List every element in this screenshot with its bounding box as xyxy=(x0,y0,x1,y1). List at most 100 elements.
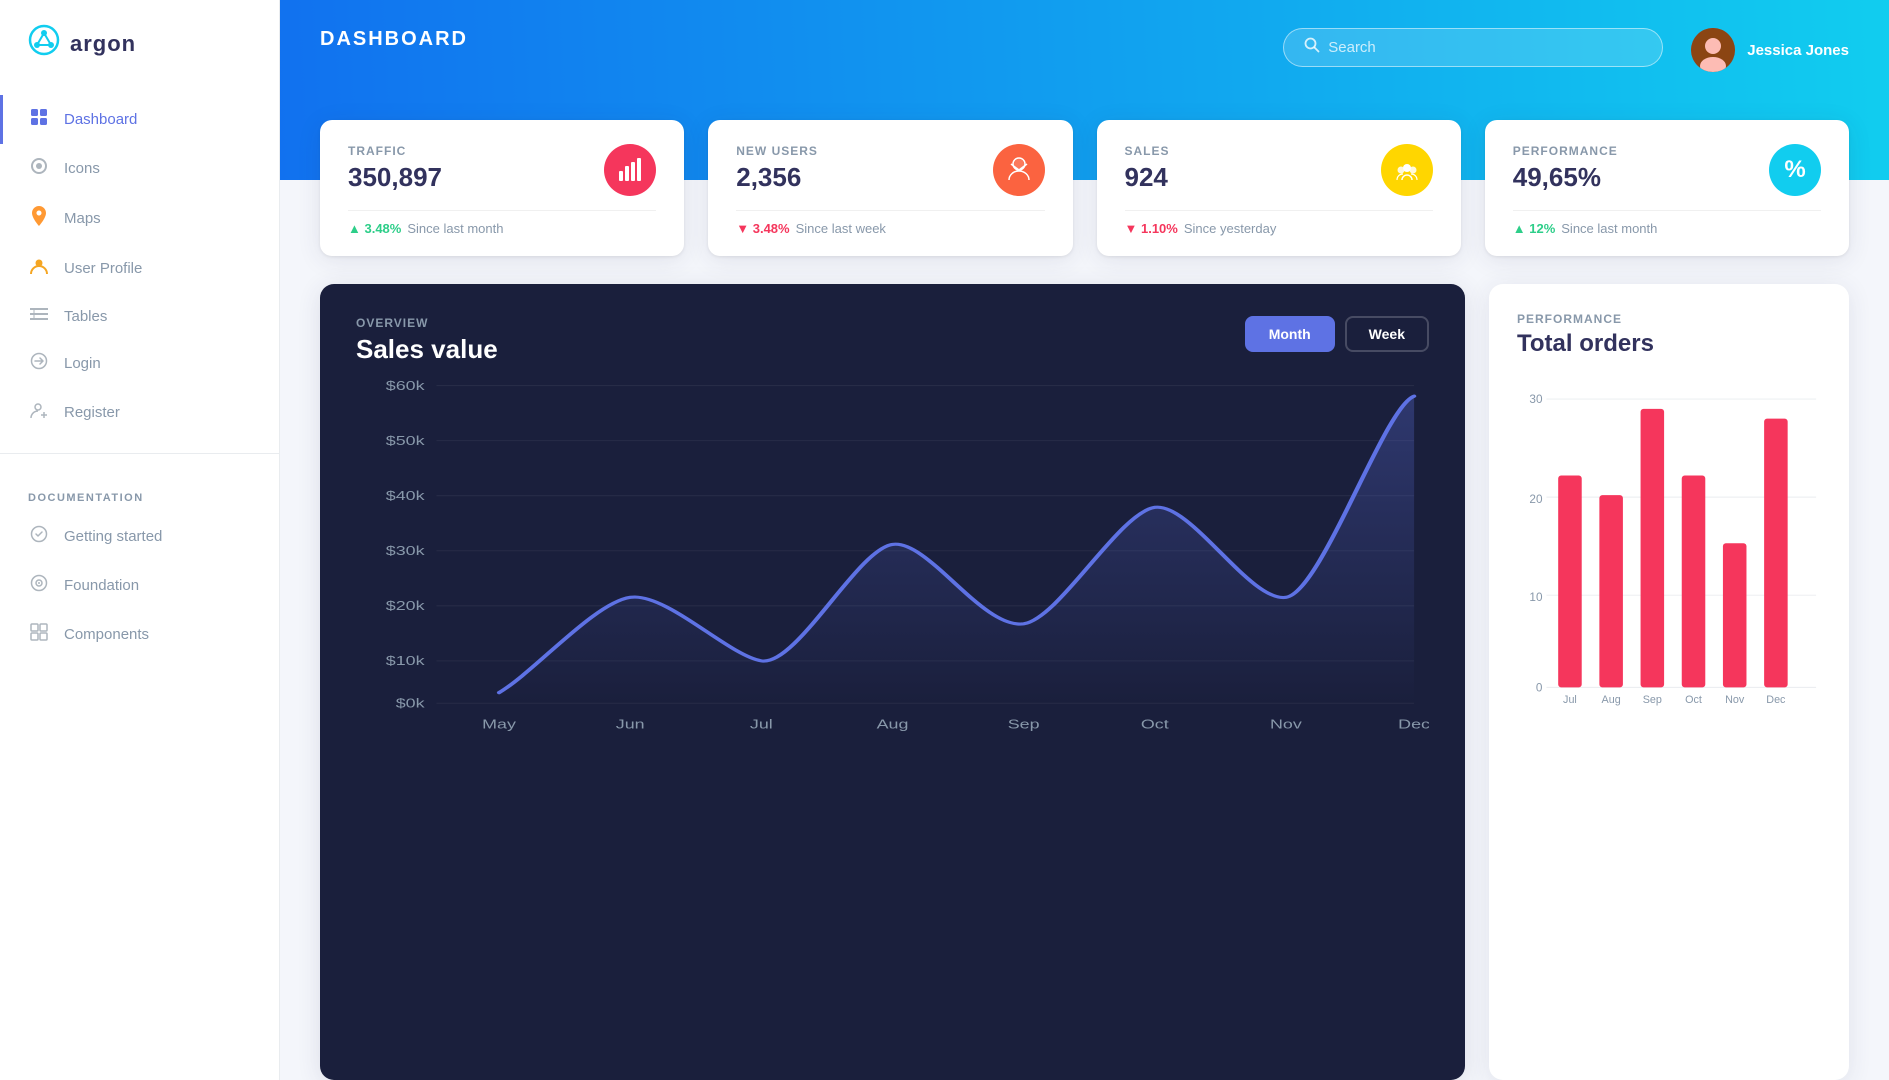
bar-dec xyxy=(1764,419,1788,688)
sidebar-item-dashboard[interactable]: Dashboard xyxy=(0,95,279,144)
line-chart-fill xyxy=(499,396,1414,703)
doc-section-label: DOCUMENTATION xyxy=(0,470,279,512)
stat-change-sales: ▼ 1.10% xyxy=(1125,221,1178,236)
stat-card-sales: SALES 924 ▼ 1.10% xyxy=(1097,120,1461,256)
avatar xyxy=(1691,28,1735,72)
svg-text:Jul: Jul xyxy=(1563,694,1577,706)
stat-icon-traffic xyxy=(604,144,656,196)
sidebar-item-label: Components xyxy=(64,626,149,643)
sidebar-item-label: User Profile xyxy=(64,260,142,277)
user-menu[interactable]: Jessica Jones xyxy=(1691,28,1849,72)
sales-chart-title: Sales value xyxy=(356,334,498,365)
stat-value-performance: 49,65% xyxy=(1513,162,1618,193)
svg-text:Dec: Dec xyxy=(1766,694,1786,706)
sidebar-item-label: Login xyxy=(64,355,101,372)
sidebar-item-foundation[interactable]: Foundation xyxy=(0,561,279,610)
bar-aug xyxy=(1599,495,1623,687)
foundation-icon xyxy=(28,574,50,597)
logo-icon xyxy=(28,24,60,63)
stat-label-performance: PERFORMANCE xyxy=(1513,144,1618,158)
page-title: DASHBOARD xyxy=(320,28,1283,51)
percent-icon: % xyxy=(1784,156,1805,184)
sidebar-item-label: Icons xyxy=(64,160,100,177)
bar-oct xyxy=(1682,476,1706,688)
svg-text:Dec: Dec xyxy=(1398,718,1429,732)
svg-text:Aug: Aug xyxy=(877,718,909,732)
svg-text:May: May xyxy=(482,718,516,732)
perf-title: Total orders xyxy=(1517,330,1821,358)
sidebar-item-tables[interactable]: Tables xyxy=(0,293,279,339)
sidebar-item-label: Register xyxy=(64,404,120,421)
svg-text:Nov: Nov xyxy=(1270,718,1302,732)
stat-label-sales: SALES xyxy=(1125,144,1170,158)
sidebar-item-maps[interactable]: Maps xyxy=(0,193,279,244)
login-icon xyxy=(28,352,50,375)
svg-text:$40k: $40k xyxy=(386,489,425,503)
maps-icon xyxy=(28,206,50,231)
charts-area: OVERVIEW Sales value Month Week xyxy=(280,256,1889,1080)
sidebar-item-label: Tables xyxy=(64,308,107,325)
sidebar-item-getting-started[interactable]: Getting started xyxy=(0,512,279,561)
svg-text:Jun: Jun xyxy=(616,718,645,732)
svg-text:20: 20 xyxy=(1529,493,1543,506)
sidebar-item-label: Getting started xyxy=(64,528,162,545)
icons-icon xyxy=(28,157,50,180)
stat-icon-performance: % xyxy=(1769,144,1821,196)
stat-card-new-users: NEW USERS 2,356 ▼ 3.48% Since last week xyxy=(708,120,1072,256)
svg-text:Oct: Oct xyxy=(1685,694,1702,706)
sidebar-item-label: Maps xyxy=(64,210,101,227)
bar-chart-svg: 30 20 10 0 Jul Aug xyxy=(1517,374,1821,734)
sales-chart-card: OVERVIEW Sales value Month Week xyxy=(320,284,1465,1080)
line-chart-svg: $60k $50k $40k $30k $20k $10k $0k May Ju… xyxy=(356,375,1429,735)
sidebar-item-label: Dashboard xyxy=(64,111,137,128)
svg-text:Jul: Jul xyxy=(750,718,773,732)
search-icon xyxy=(1304,37,1320,58)
svg-text:10: 10 xyxy=(1529,591,1543,604)
overview-label: OVERVIEW xyxy=(356,316,498,330)
sidebar-logo: argon xyxy=(0,24,279,95)
svg-text:$0k: $0k xyxy=(396,697,425,711)
svg-text:$30k: $30k xyxy=(386,544,425,558)
chart-buttons: Month Week xyxy=(1245,316,1429,352)
main-content: DASHBOARD Jessica Jones xyxy=(280,0,1889,1080)
svg-text:Nov: Nov xyxy=(1725,694,1745,706)
sidebar-nav: Dashboard Icons Maps xyxy=(0,95,279,659)
svg-text:Aug: Aug xyxy=(1602,694,1621,706)
sidebar-item-user-profile[interactable]: User Profile xyxy=(0,244,279,293)
components-icon xyxy=(28,623,50,646)
sidebar-item-register[interactable]: Register xyxy=(0,388,279,437)
bar-jul xyxy=(1558,476,1582,688)
perf-chart-area: 30 20 10 0 Jul Aug xyxy=(1517,374,1821,1080)
sidebar-item-components[interactable]: Components xyxy=(0,610,279,659)
stats-cards: TRAFFIC 350,897 ▲ 3.48% Since last mont xyxy=(280,120,1889,256)
stat-value-new-users: 2,356 xyxy=(736,162,818,193)
perf-label: PERFORMANCE xyxy=(1517,312,1821,326)
svg-text:30: 30 xyxy=(1529,393,1543,406)
stat-icon-sales xyxy=(1381,144,1433,196)
svg-text:Sep: Sep xyxy=(1643,694,1662,706)
search-input[interactable] xyxy=(1328,39,1642,56)
sidebar: argon Dashboard Icons xyxy=(0,0,280,1080)
month-button[interactable]: Month xyxy=(1245,316,1335,352)
stat-change-label-performance: Since last month xyxy=(1561,221,1657,236)
stat-label-traffic: TRAFFIC xyxy=(348,144,442,158)
stat-label-new-users: NEW USERS xyxy=(736,144,818,158)
tables-icon xyxy=(28,306,50,326)
svg-text:0: 0 xyxy=(1536,681,1543,694)
sidebar-item-icons[interactable]: Icons xyxy=(0,144,279,193)
svg-text:$60k: $60k xyxy=(386,379,425,393)
user-name: Jessica Jones xyxy=(1747,42,1849,59)
performance-chart-card: PERFORMANCE Total orders 30 20 10 0 xyxy=(1489,284,1849,1080)
svg-text:$50k: $50k xyxy=(386,434,425,448)
week-button[interactable]: Week xyxy=(1345,316,1429,352)
register-icon xyxy=(28,401,50,424)
stat-card-traffic: TRAFFIC 350,897 ▲ 3.48% Since last mont xyxy=(320,120,684,256)
stat-change-performance: ▲ 12% xyxy=(1513,221,1556,236)
sales-chart-area: $60k $50k $40k $30k $20k $10k $0k May Ju… xyxy=(356,375,1429,1080)
stat-value-traffic: 350,897 xyxy=(348,162,442,193)
stat-change-traffic: ▲ 3.48% xyxy=(348,221,401,236)
search-box[interactable] xyxy=(1283,28,1663,67)
stat-change-label-traffic: Since last month xyxy=(407,221,503,236)
dashboard-icon xyxy=(28,108,50,131)
sidebar-item-login[interactable]: Login xyxy=(0,339,279,388)
